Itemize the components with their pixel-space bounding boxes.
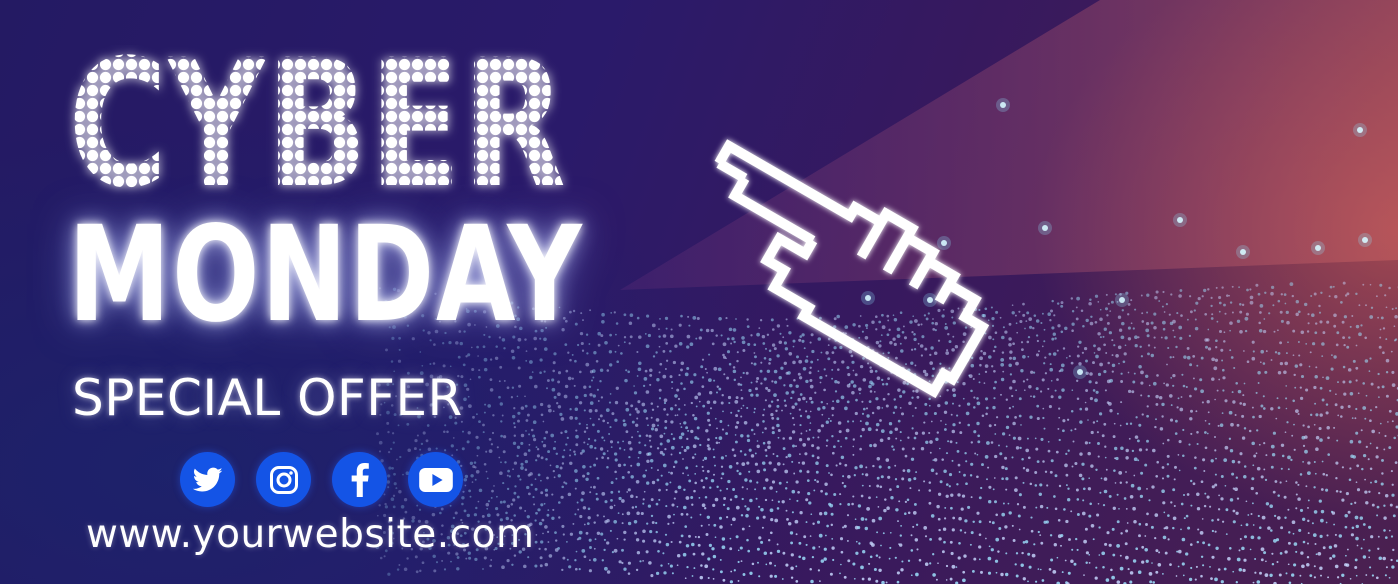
cyber-heading: CYBER <box>60 22 580 227</box>
facebook-button[interactable] <box>332 452 387 507</box>
monday-heading: MONDAY <box>68 198 584 352</box>
instagram-button[interactable] <box>256 452 311 507</box>
cyber-text: CYBER <box>68 45 566 205</box>
pixel-hand-cursor-icon <box>714 139 990 399</box>
twitter-icon <box>192 467 222 491</box>
cyber-monday-banner: CYBER MONDAY SPECIAL OFFER www.yourwebsi… <box>0 0 1398 584</box>
special-offer-subtitle: SPECIAL OFFER <box>72 369 463 427</box>
youtube-button[interactable] <box>408 452 463 507</box>
instagram-icon <box>269 465 298 494</box>
website-url: www.yourwebsite.com <box>86 512 535 557</box>
twitter-button[interactable] <box>180 452 235 507</box>
youtube-icon <box>418 467 453 492</box>
social-links <box>180 452 463 508</box>
facebook-icon <box>351 462 369 497</box>
